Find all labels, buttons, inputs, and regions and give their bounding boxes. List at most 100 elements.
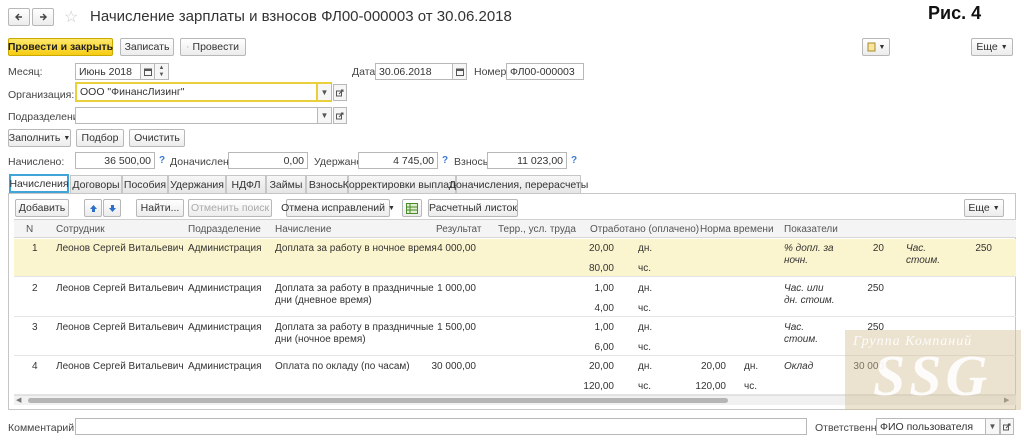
organization-label: Организация: [8, 89, 75, 101]
contributions-help-icon[interactable]: ? [571, 155, 577, 166]
extra-accrued-field: 0,00 [228, 152, 308, 169]
organization-dropdown[interactable]: ▼ [318, 82, 332, 102]
worked-value: 1,00 [594, 322, 614, 333]
add-row-button[interactable]: Добавить [15, 199, 69, 217]
save-button[interactable]: Записать [120, 38, 174, 56]
post-document-icon [187, 46, 189, 48]
post-button[interactable]: Провести [180, 38, 246, 56]
responsible-dropdown[interactable]: ▼ [986, 418, 1000, 435]
col-n[interactable]: N [26, 220, 33, 238]
fill-button[interactable]: Заполнить ▼ [8, 129, 71, 147]
fill-button-label: Заполнить [8, 132, 61, 144]
indicator-name: Оклад [784, 361, 814, 372]
scroll-right-icon[interactable]: ▶ [1004, 396, 1009, 404]
accrual-cell: Оплата по окладу (по часам) [275, 361, 410, 372]
responsible-field[interactable]: ФИО пользователя [876, 418, 986, 435]
post-and-close-button[interactable]: Провести и закрыть [8, 38, 113, 56]
move-down-button[interactable] [103, 199, 121, 217]
accrued-help-icon[interactable]: ? [159, 155, 165, 166]
table-grid-icon [406, 202, 418, 214]
table-row[interactable]: 4 Леонов Сергей Витальевич Администрация Оп… [14, 357, 1016, 395]
indicator-name: ночн. [784, 255, 809, 266]
favorite-star-icon[interactable]: ☆ [64, 7, 78, 27]
find-button[interactable]: Найти... [136, 199, 184, 217]
tab-accruals[interactable]: Начисления [9, 174, 69, 193]
open-link-icon [336, 89, 344, 96]
col-time-norm[interactable]: Норма времени [700, 220, 774, 238]
cancel-corrections-button[interactable]: Отмена исправлений ▼ [281, 199, 395, 217]
tab-recalculations[interactable]: Доначисления, перерасчеты [449, 175, 588, 193]
withheld-help-icon[interactable]: ? [442, 155, 448, 166]
indicator-value: 250 [975, 243, 992, 254]
select-button[interactable]: Подбор [76, 129, 124, 147]
table-settings-button[interactable] [402, 199, 422, 217]
month-stepper[interactable]: ▲ ▼ [155, 63, 169, 80]
tab-deductions[interactable]: Удержания [168, 175, 226, 193]
department-open-button[interactable] [333, 107, 347, 124]
worked-value: 120,00 [583, 381, 614, 392]
forward-button[interactable] [32, 8, 54, 26]
scrollbar-thumb[interactable] [28, 398, 728, 403]
table-row[interactable]: 1 Леонов Сергей Витальевич Администрация До… [14, 239, 1016, 277]
accrual-cell: Доплата за работу в праздничные [275, 322, 434, 333]
report-menu-button[interactable]: ▼ [862, 38, 890, 56]
more-button-label: Еще [976, 41, 998, 53]
indicator-value: 30 000 [853, 361, 884, 372]
table-row[interactable]: 2 Леонов Сергей Витальевич Администрация До… [14, 279, 1016, 317]
date-field[interactable]: 30.06.2018 [375, 63, 453, 80]
department-dropdown[interactable]: ▼ [318, 107, 332, 124]
col-territory[interactable]: Терр., усл. труда [498, 220, 576, 238]
number-field[interactable]: ФЛ00-000003 [506, 63, 584, 80]
scroll-left-icon[interactable]: ◀ [16, 396, 21, 404]
cancel-corrections-label: Отмена исправлений [281, 202, 385, 214]
tab-payment-adjustments[interactable]: Корректировки выплаты [343, 175, 461, 193]
tab-contributions[interactable]: Взносы [306, 175, 348, 193]
col-result[interactable]: Результат [436, 220, 481, 238]
tab-ndfl[interactable]: НДФЛ [226, 175, 266, 193]
table-more-button[interactable]: Еще ▼ [964, 199, 1004, 217]
accruals-table: N Сотрудник Подразделение Начисление Рез… [14, 219, 1016, 405]
col-department[interactable]: Подразделение [188, 220, 261, 238]
chevron-down-icon: ▼ [387, 204, 395, 212]
table-row[interactable]: 3 Леонов Сергей Витальевич Администрация До… [14, 318, 1016, 356]
tab-contracts[interactable]: Договоры [70, 175, 122, 193]
tab-benefits[interactable]: Пособия [122, 175, 168, 193]
col-employee[interactable]: Сотрудник [56, 220, 105, 238]
back-button[interactable] [8, 8, 30, 26]
accrual-cell: Доплата за работу в ночное время [275, 243, 437, 254]
calendar-button[interactable] [141, 63, 155, 80]
norm-value: 120,00 [695, 381, 726, 392]
worked-value: 1,00 [594, 283, 614, 294]
col-indicators[interactable]: Показатели [784, 220, 838, 238]
indicator-name: Час. [906, 243, 927, 254]
date-calendar-button[interactable] [453, 63, 467, 80]
chevron-down-icon: ▼ [320, 111, 329, 120]
month-field[interactable]: Июнь 2018 [75, 63, 141, 80]
tab-loans[interactable]: Займы [266, 175, 306, 193]
accrual-cell: Доплата за работу в праздничные [275, 283, 434, 294]
clear-button[interactable]: Очистить [129, 129, 185, 147]
col-worked[interactable]: Отработано (оплачено) [590, 220, 699, 238]
row-number: 4 [32, 361, 38, 372]
norm-value: 20,00 [700, 361, 726, 372]
payslip-button[interactable]: Расчетный листок [428, 199, 518, 217]
cancel-search-button[interactable]: Отменить поиск [188, 199, 272, 217]
indicator-name: Час. [784, 322, 805, 333]
employee-cell: Леонов Сергей Витальевич [56, 361, 184, 372]
comment-field[interactable] [75, 418, 807, 435]
indicator-value: 20 [872, 243, 884, 254]
organization-open-button[interactable] [333, 84, 347, 101]
row-number: 2 [32, 283, 38, 294]
organization-field[interactable]: ООО "ФинансЛизинг" [75, 82, 318, 102]
chevron-up-icon: ▲ [158, 64, 165, 71]
comment-label: Комментарий: [8, 422, 78, 434]
responsible-open-button[interactable] [1000, 418, 1014, 435]
move-up-button[interactable] [84, 199, 102, 217]
horizontal-scrollbar[interactable]: ◀ ▶ [14, 395, 1016, 405]
department-field[interactable] [75, 107, 318, 124]
worked-unit: чс. [638, 263, 651, 274]
indicator-name: Час. или [784, 283, 824, 294]
withheld-field: 4 745,00 [358, 152, 438, 169]
col-accrual[interactable]: Начисление [275, 220, 331, 238]
more-button[interactable]: Еще ▼ [971, 38, 1013, 56]
